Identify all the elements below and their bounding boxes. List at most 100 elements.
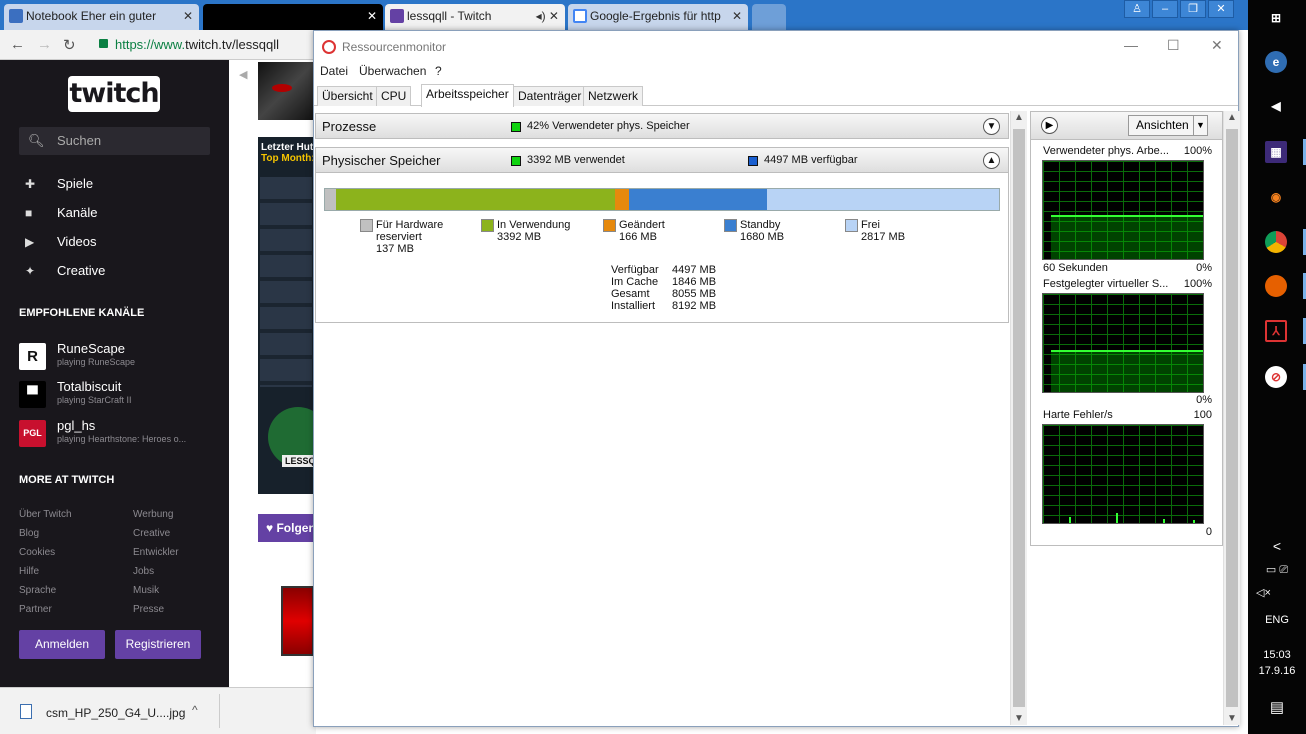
tab-redacted[interactable]: ✕ [203, 4, 383, 30]
chevron-right-icon[interactable]: ▶ [1041, 117, 1058, 134]
tab-disk[interactable]: Datenträger [513, 86, 587, 106]
link-music[interactable]: Musik [133, 585, 159, 596]
channel-totalbiscuit[interactable]: ▀ Totalbiscuit playing StarCraft II [19, 379, 229, 411]
tab-memory[interactable]: Arbeitsspeicher [421, 84, 514, 107]
link-about[interactable]: Über Twitch [19, 509, 72, 520]
pdf-reader-icon[interactable]: ⅄ [1265, 320, 1287, 342]
tab-notebook[interactable]: Notebook Eher ein guter ✕ [4, 4, 199, 30]
scroll-up-icon[interactable]: ▲ [1011, 112, 1027, 123]
clock-date[interactable]: 17.9.16 [1248, 665, 1306, 677]
link-jobs[interactable]: Jobs [133, 566, 154, 577]
minimize-button[interactable]: — [1124, 37, 1138, 53]
tab-network[interactable]: Netzwerk [583, 86, 644, 106]
search-input[interactable]: 🔍︎ Suchen [19, 127, 210, 155]
link-blog[interactable]: Blog [19, 528, 39, 539]
channel-pgl-hs[interactable]: PGL pgl_hs playing Hearthstone: Heroes o… [19, 418, 229, 450]
menu-file[interactable]: Datei [320, 64, 348, 78]
forward-icon[interactable]: → [37, 36, 52, 53]
minimize-button[interactable]: – [1152, 0, 1178, 18]
download-item[interactable]: csm_HP_250_G4_U....jpg [46, 706, 185, 720]
close-button[interactable]: ✕ [1208, 0, 1234, 18]
nav-channels[interactable]: ■ Kanäle [25, 205, 97, 220]
clock-time[interactable]: 15:03 [1248, 649, 1306, 661]
views-button[interactable]: Ansichten ▼ [1128, 115, 1208, 136]
legend-swatch [748, 156, 758, 166]
channel-avatar [258, 62, 314, 120]
close-tab-icon[interactable]: ✕ [183, 4, 193, 28]
twitch-logo[interactable]: twitch [68, 76, 160, 112]
maximize-button[interactable]: ☐ [1167, 37, 1180, 54]
tray-expand-icon[interactable]: < [1248, 538, 1306, 554]
register-button[interactable]: Registrieren [115, 630, 201, 659]
left-scrollbar[interactable]: ▲ ▼ [1010, 111, 1027, 725]
link-language[interactable]: Sprache [19, 585, 56, 596]
close-tab-icon[interactable]: ✕ [732, 4, 742, 28]
collapse-arrow-icon[interactable]: ◀ [239, 68, 247, 81]
back-icon[interactable]: ← [10, 36, 25, 53]
scroll-down-icon[interactable]: ▼ [1011, 713, 1027, 724]
channel-runescape[interactable]: R RuneScape playing RuneScape [19, 341, 229, 373]
tab-overview[interactable]: Übersicht [317, 86, 378, 106]
memory-bar-segment [325, 189, 337, 210]
tab-google[interactable]: Google-Ergebnis für http ✕ [568, 4, 748, 30]
resource-monitor-icon[interactable]: ⊘ [1265, 366, 1287, 388]
graph-line [1051, 214, 1203, 259]
link-press[interactable]: Presse [133, 604, 164, 615]
chrome-icon[interactable] [1265, 231, 1287, 253]
close-tab-icon[interactable]: ✕ [367, 4, 377, 28]
right-scrollbar[interactable]: ▲ ▼ [1223, 111, 1240, 725]
language-indicator[interactable]: ENG [1248, 614, 1306, 626]
processes-section-header[interactable]: Prozesse 42% Verwendeter phys. Speicher … [315, 113, 1009, 139]
login-button[interactable]: Anmelden [19, 630, 105, 659]
menu-help[interactable]: ? [435, 64, 442, 78]
link-creative[interactable]: Creative [133, 528, 170, 539]
browser-window-controls: ♙ – ❐ ✕ [1124, 0, 1234, 18]
chevron-down-icon[interactable]: ▼ [983, 118, 1000, 135]
url-field[interactable]: https://www.twitch.tv/lessqqll [115, 37, 279, 52]
link-help[interactable]: Hilfe [19, 566, 39, 577]
graphs-header: ▶ Ansichten ▼ [1031, 112, 1222, 140]
network-icon[interactable]: ▭ ⎚ [1248, 563, 1306, 577]
user-icon[interactable]: ♙ [1124, 0, 1150, 18]
legend-swatch [724, 219, 737, 232]
nav-videos[interactable]: ▶ Videos [25, 234, 97, 249]
legend-hardware-reserved: Für Hardware reserviert 137 MB [360, 219, 443, 255]
blender-icon[interactable]: ◉ [1265, 186, 1287, 208]
start-icon[interactable]: ⊞ [1265, 7, 1287, 29]
scroll-thumb[interactable] [1226, 129, 1238, 707]
scroll-down-icon[interactable]: ▼ [1224, 713, 1240, 724]
camera-icon: ■ [25, 206, 33, 220]
physical-memory-body: Für Hardware reserviert 137 MB In Verwen… [315, 173, 1009, 323]
chevron-up-icon[interactable]: ^ [192, 703, 198, 717]
close-tab-icon[interactable]: ◂) ✕ [536, 4, 559, 28]
graphs-panel: ▶ Ansichten ▼ Verwendeter phys. Arbe... 1… [1030, 111, 1223, 546]
chevron-up-icon[interactable]: ▲ [983, 152, 1000, 169]
nav-games[interactable]: ✚ Spiele [25, 176, 93, 191]
edge-icon[interactable]: e [1265, 51, 1287, 73]
physical-memory-section-header[interactable]: Physischer Speicher 3392 MB verwendet 44… [315, 147, 1009, 173]
tab-twitch[interactable]: lessqqll - Twitch ◂) ✕ [385, 4, 565, 30]
scroll-up-icon[interactable]: ▲ [1224, 112, 1240, 123]
firefox-icon[interactable] [1265, 275, 1287, 297]
media-icon[interactable]: ◀ [1265, 95, 1287, 117]
volume-muted-icon[interactable]: ◁× [1248, 586, 1306, 599]
link-advertising[interactable]: Werbung [133, 509, 173, 520]
follow-button[interactable]: ♥ Folgen [258, 514, 314, 542]
link-cookies[interactable]: Cookies [19, 547, 55, 558]
scroll-thumb[interactable] [1013, 129, 1025, 707]
action-center-icon[interactable]: ▤ [1248, 698, 1306, 716]
play-icon: ▶ [25, 235, 35, 249]
new-tab-button[interactable] [752, 4, 786, 30]
menu-monitor[interactable]: Überwachen [359, 64, 426, 78]
app-icon[interactable]: ▦ [1265, 141, 1287, 163]
link-developers[interactable]: Entwickler [133, 547, 179, 558]
tab-cpu[interactable]: CPU [376, 86, 412, 106]
nav-creative[interactable]: ✦ Creative [25, 263, 105, 278]
tab-bar: Übersicht CPU Arbeitsspeicher Datenträge… [314, 84, 1238, 107]
restore-button[interactable]: ❐ [1180, 0, 1206, 18]
memory-bar-segment [629, 189, 768, 210]
close-button[interactable]: ✕ [1211, 37, 1223, 54]
dropdown-arrow-icon[interactable]: ▼ [1193, 116, 1207, 135]
reload-icon[interactable]: ↻ [63, 36, 76, 54]
link-partner[interactable]: Partner [19, 604, 52, 615]
